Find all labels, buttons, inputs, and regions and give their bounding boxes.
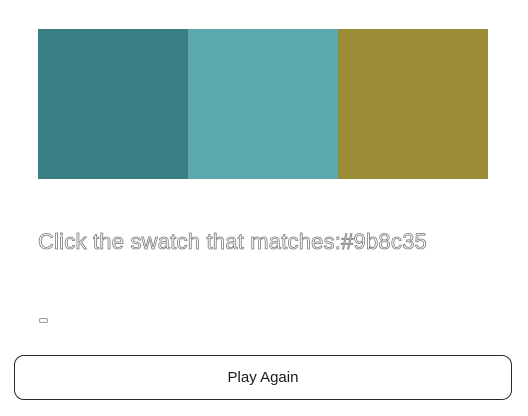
swatch-1[interactable] bbox=[38, 29, 188, 179]
prompt-text: Click the swatch that matches:#9b8c35 bbox=[38, 228, 428, 256]
play-again-button[interactable]: Play Again bbox=[14, 355, 512, 400]
swatch-row bbox=[38, 29, 488, 179]
prompt-prefix: Click the swatch that matches: bbox=[38, 229, 342, 255]
color-match-game: Click the swatch that matches:#9b8c35 Pl… bbox=[0, 0, 528, 416]
swatch-3[interactable] bbox=[338, 29, 488, 179]
swatch-2[interactable] bbox=[188, 29, 338, 179]
feedback-text bbox=[39, 318, 48, 323]
target-hex: #9b8c35 bbox=[341, 229, 427, 255]
